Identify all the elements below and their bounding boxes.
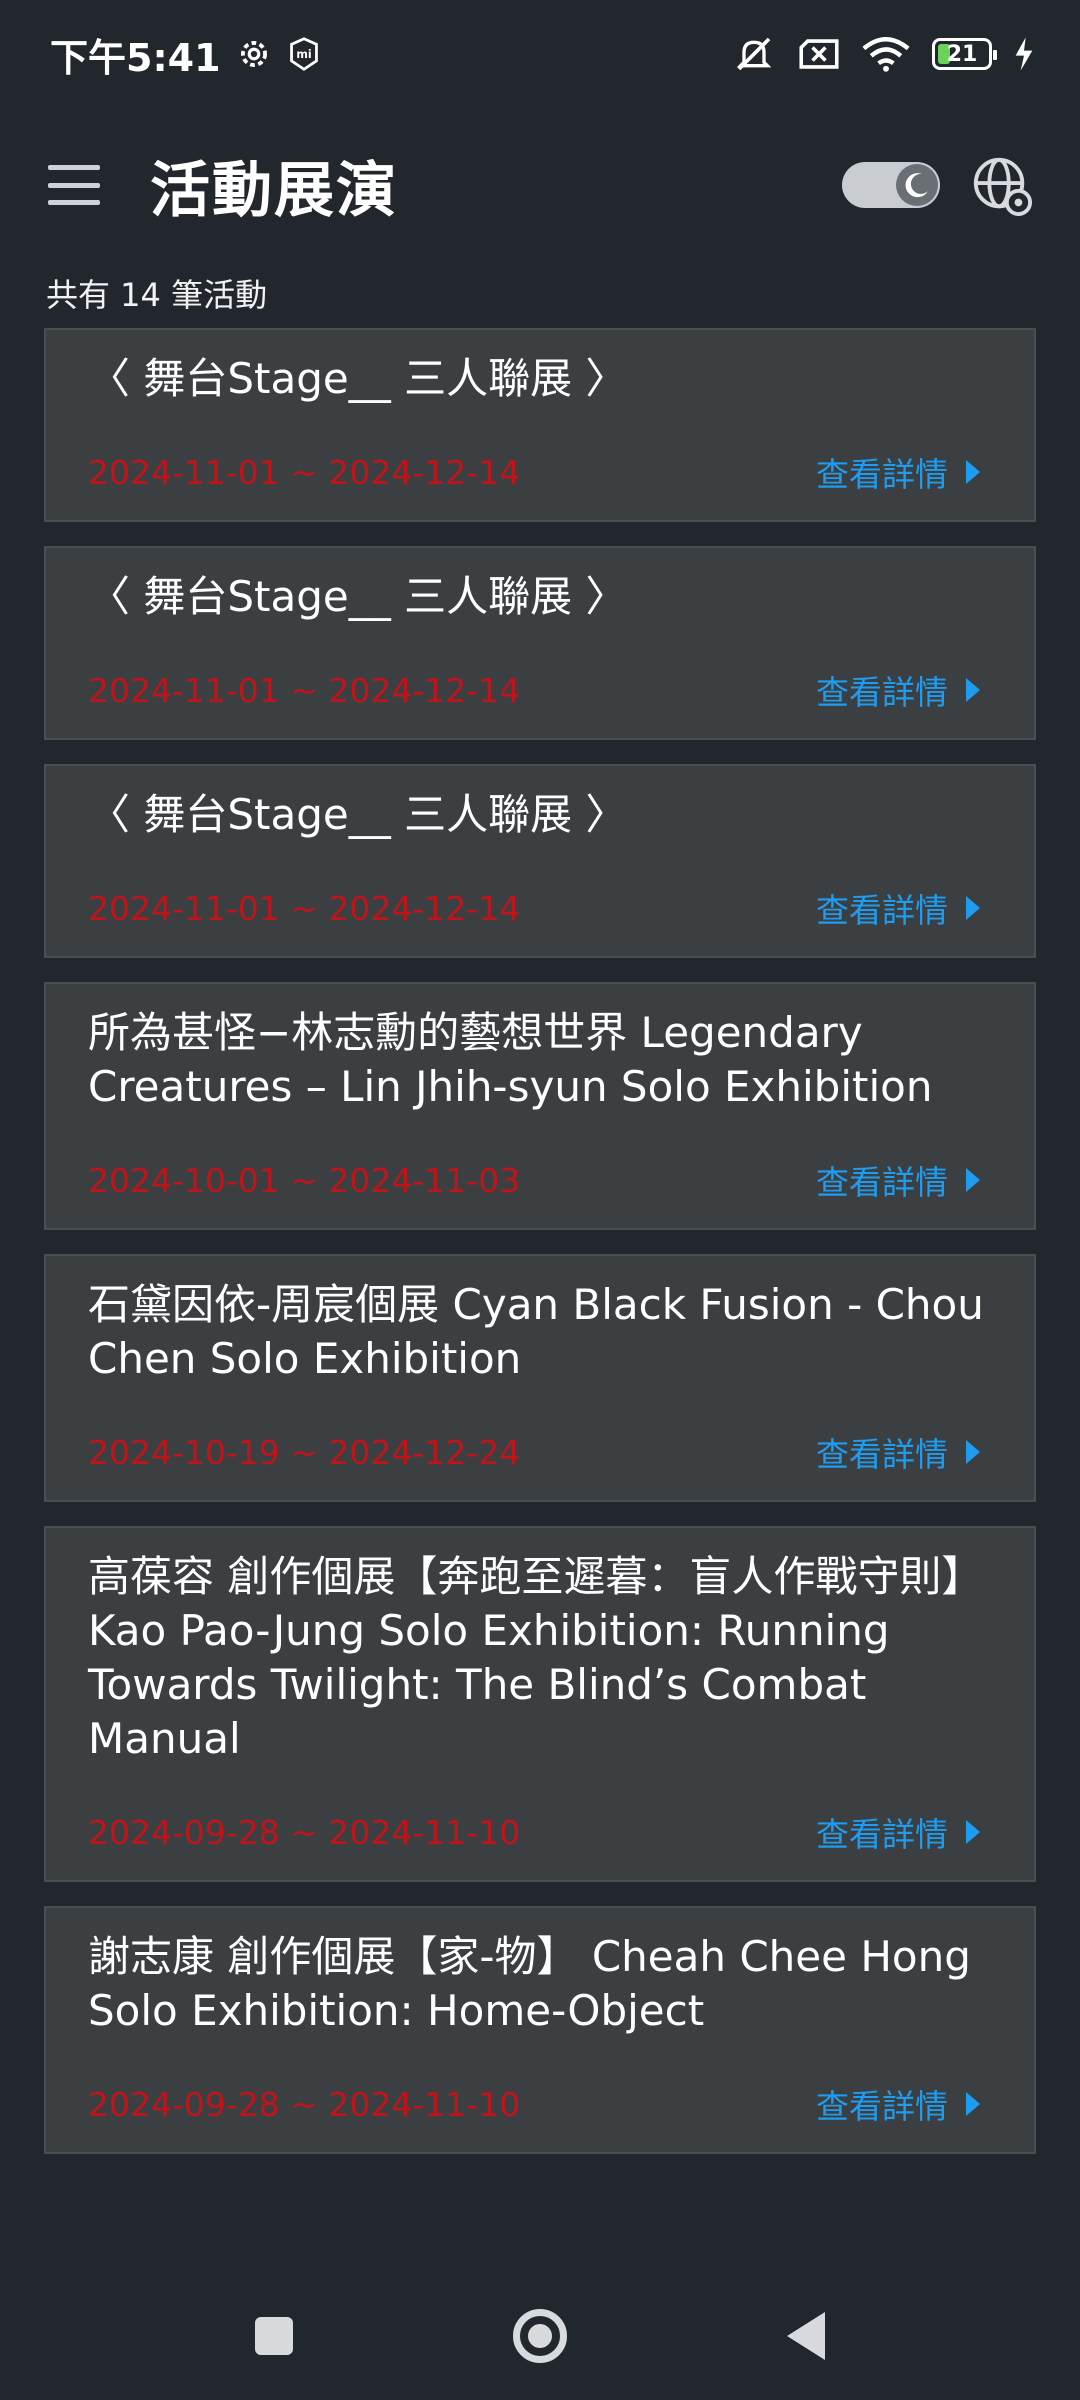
view-details-label: 查看詳情 bbox=[816, 2087, 948, 2126]
event-card[interactable]: 〈 舞台Stage__ 三人聯展 〉 2024-11-01 ~ 2024-12-1… bbox=[44, 546, 1036, 740]
event-date-range: 2024-10-01 ~ 2024-11-03 bbox=[88, 1160, 521, 1200]
event-title: 謝志康 創作個展【家-物】 Cheah Chee Hong Solo Exhib… bbox=[88, 1932, 971, 2035]
play-arrow-icon bbox=[966, 1820, 980, 1844]
event-title: 〈 舞台Stage__ 三人聯展 〉 bbox=[88, 354, 628, 403]
play-arrow-icon bbox=[966, 460, 980, 484]
view-details-label: 查看詳情 bbox=[816, 1163, 948, 1202]
language-globe-settings-icon[interactable] bbox=[970, 154, 1032, 216]
view-details-label: 查看詳情 bbox=[816, 673, 948, 712]
view-details-link[interactable]: 查看詳情 bbox=[816, 884, 992, 932]
event-date-range: 2024-09-28 ~ 2024-11-10 bbox=[88, 1812, 521, 1852]
event-title: 〈 舞台Stage__ 三人聯展 〉 bbox=[88, 790, 628, 839]
play-arrow-icon bbox=[966, 1440, 980, 1464]
system-nav-bar bbox=[0, 2272, 1080, 2400]
event-count: 共有 14 筆活動 bbox=[46, 276, 268, 314]
event-date-range: 2024-09-28 ~ 2024-11-10 bbox=[88, 2084, 521, 2124]
view-details-link[interactable]: 查看詳情 bbox=[816, 1156, 992, 1204]
status-time: 下午5:41 bbox=[50, 35, 221, 80]
app-bar: 活動展演 bbox=[0, 130, 1080, 240]
event-card[interactable]: 所為甚怪−林志勳的藝想世界 Legendary Creatures – Lin … bbox=[44, 982, 1036, 1230]
play-arrow-icon bbox=[966, 678, 980, 702]
back-button[interactable] bbox=[787, 2312, 825, 2360]
event-title: 所為甚怪−林志勳的藝想世界 Legendary Creatures – Lin … bbox=[88, 1008, 933, 1111]
event-title: 石黛因依-周宸個展 Cyan Black Fusion - Chou Chen … bbox=[88, 1280, 984, 1383]
battery-indicator: 21 bbox=[932, 38, 997, 70]
event-meta-row: 2024-09-28 ~ 2024-11-10 查看詳情 bbox=[88, 2080, 992, 2128]
play-arrow-icon bbox=[966, 896, 980, 920]
view-details-link[interactable]: 查看詳情 bbox=[816, 1428, 992, 1476]
view-details-label: 查看詳情 bbox=[816, 455, 948, 494]
event-title: 〈 舞台Stage__ 三人聯展 〉 bbox=[88, 572, 628, 621]
event-date-range: 2024-11-01 ~ 2024-12-14 bbox=[88, 670, 521, 710]
event-card[interactable]: 石黛因依-周宸個展 Cyan Black Fusion - Chou Chen … bbox=[44, 1254, 1036, 1502]
event-meta-row: 2024-11-01 ~ 2024-12-14 查看詳情 bbox=[88, 884, 992, 932]
view-details-link[interactable]: 查看詳情 bbox=[816, 666, 992, 714]
event-meta-row: 2024-11-01 ~ 2024-12-14 查看詳情 bbox=[88, 448, 992, 496]
no-sim-icon bbox=[799, 39, 839, 69]
status-bar: 下午5:41 mi 21 bbox=[0, 0, 1080, 108]
svg-text:mi: mi bbox=[296, 48, 311, 61]
recents-button[interactable] bbox=[255, 2317, 293, 2355]
event-card[interactable]: 〈 舞台Stage__ 三人聯展 〉 2024-11-01 ~ 2024-12-1… bbox=[44, 764, 1036, 958]
home-button[interactable] bbox=[513, 2309, 567, 2363]
event-list[interactable]: 〈 舞台Stage__ 三人聯展 〉 2024-11-01 ~ 2024-12-1… bbox=[44, 328, 1036, 2268]
dark-mode-toggle[interactable] bbox=[842, 162, 940, 208]
play-arrow-icon bbox=[966, 1168, 980, 1192]
page-title: 活動展演 bbox=[150, 155, 398, 226]
toggle-knob bbox=[896, 164, 938, 206]
event-card[interactable]: 高葆容 創作個展【奔跑至遲暮：盲人作戰守則】 Kao Pao-Jung Solo… bbox=[44, 1526, 1036, 1882]
event-meta-row: 2024-11-01 ~ 2024-12-14 查看詳情 bbox=[88, 666, 992, 714]
status-left: 下午5:41 mi bbox=[50, 27, 321, 82]
battery-level: 21 bbox=[946, 41, 978, 67]
view-details-label: 查看詳情 bbox=[816, 1435, 948, 1474]
event-date-range: 2024-11-01 ~ 2024-12-14 bbox=[88, 888, 521, 928]
event-date-range: 2024-11-01 ~ 2024-12-14 bbox=[88, 452, 521, 492]
event-card[interactable]: 〈 舞台Stage__ 三人聯展 〉 2024-11-01 ~ 2024-12-1… bbox=[44, 328, 1036, 522]
hamburger-menu-icon[interactable] bbox=[48, 165, 100, 205]
view-details-label: 查看詳情 bbox=[816, 1815, 948, 1854]
event-meta-row: 2024-09-28 ~ 2024-11-10 查看詳情 bbox=[88, 1808, 992, 1856]
event-card[interactable]: 謝志康 創作個展【家-物】 Cheah Chee Hong Solo Exhib… bbox=[44, 1906, 1036, 2154]
view-details-link[interactable]: 查看詳情 bbox=[816, 448, 992, 496]
view-details-link[interactable]: 查看詳情 bbox=[816, 2080, 992, 2128]
event-date-range: 2024-10-19 ~ 2024-12-24 bbox=[88, 1432, 521, 1472]
wifi-icon bbox=[862, 37, 910, 72]
event-meta-row: 2024-10-01 ~ 2024-11-03 查看詳情 bbox=[88, 1156, 992, 1204]
event-title: 高葆容 創作個展【奔跑至遲暮：盲人作戰守則】 Kao Pao-Jung Solo… bbox=[88, 1552, 984, 1763]
view-details-link[interactable]: 查看詳情 bbox=[816, 1808, 992, 1856]
mi-shield-icon: mi bbox=[289, 37, 318, 71]
charging-bolt-icon bbox=[1015, 37, 1033, 71]
event-meta-row: 2024-10-19 ~ 2024-12-24 查看詳情 bbox=[88, 1428, 992, 1476]
play-arrow-icon bbox=[966, 2092, 980, 2116]
status-right: 21 bbox=[732, 34, 1034, 74]
settings-gear-icon bbox=[240, 41, 267, 67]
view-details-label: 查看詳情 bbox=[816, 891, 948, 930]
moon-icon bbox=[905, 173, 928, 198]
mute-bell-icon bbox=[736, 37, 772, 71]
